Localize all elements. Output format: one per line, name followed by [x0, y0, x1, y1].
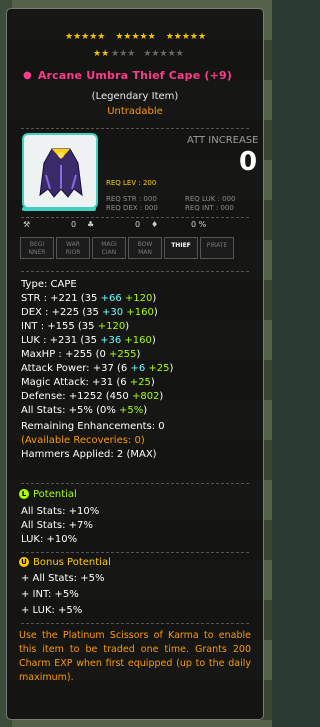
stat-attack-power: Attack Power: +37 (6 +6 +25) — [21, 363, 174, 374]
potential-line: All Stats: +7% — [21, 520, 93, 531]
indicator-a: 0 — [71, 220, 77, 229]
potential-line: LUK: +10% — [21, 534, 78, 545]
bonus-potential-line: + LUK: +5% — [21, 605, 83, 616]
stat-str: STR : +221 (35 +66 +120) — [21, 293, 157, 304]
hammers-applied: Hammers Applied: 2 (MAX) — [21, 449, 157, 460]
divider — [21, 217, 249, 218]
star-empty-icon: ★★★ — [111, 49, 136, 59]
stat-dex: DEX : +225 (35 +30 +160) — [21, 307, 158, 318]
remaining-enhancements: Remaining Enhancements: 0 — [21, 421, 165, 432]
indicator-b: 0 — [135, 220, 141, 229]
req-int: REQ INT : 000 — [185, 204, 234, 212]
divider — [21, 623, 249, 624]
star-empty-icon: ★★★★★ — [143, 49, 184, 59]
job-beginner: BEGI NNER — [20, 237, 54, 259]
req-str: REQ STR : 000 — [106, 195, 157, 203]
star-icon: ★★★★★ — [65, 32, 106, 42]
star-force-row-top: ★★★★★ ★★★★★ ★★★★★ — [65, 33, 206, 42]
indicator-c: 0 % — [191, 220, 207, 229]
att-increase-value: 0 — [239, 147, 258, 177]
stat-maxhp: MaxHP : +255 (0 +255) — [21, 349, 141, 360]
req-luk: REQ LUK : 000 — [185, 195, 236, 203]
karma-note: Use the Platinum Scissors of Karma to en… — [19, 630, 251, 683]
potion-icon: ♦ — [151, 220, 159, 229]
item-icon-frame — [22, 133, 98, 211]
stat-all-stats: All Stats: +5% (0% +5%) — [21, 405, 148, 416]
req-dex: REQ DEX : 000 — [106, 204, 158, 212]
job-thief: THIEF — [164, 237, 198, 259]
star-icon: ★★ — [93, 49, 110, 59]
stat-luk: LUK : +231 (35 +36 +160) — [21, 335, 156, 346]
item-grade: (Legendary Item) — [91, 91, 179, 102]
stat-type: Type: CAPE — [21, 279, 77, 290]
potential-header: L Potential — [19, 489, 77, 500]
job-magician: MAGI CIAN — [92, 237, 126, 259]
growth-icon: ♣ — [87, 220, 95, 229]
durability-icon: ⚒ — [23, 220, 31, 229]
divider — [21, 552, 249, 553]
star-icon: ★★★★★ — [165, 32, 207, 42]
divider — [21, 483, 249, 484]
divider — [21, 128, 249, 129]
unique-potential-icon: U — [19, 557, 29, 567]
stat-magic-attack: Magic Attack: +31 (6 +25) — [21, 377, 155, 388]
divider — [21, 271, 249, 272]
item-tradability: Untradable — [107, 106, 163, 117]
stat-int: INT : +155 (35 +120) — [21, 321, 130, 332]
job-bowman: BOW MAN — [128, 237, 162, 259]
bonus-potential-line: + INT: +5% — [21, 589, 79, 600]
item-icon-underline — [22, 207, 96, 211]
item-tooltip: ★★★★★ ★★★★★ ★★★★★ ★★ ★★★ ★★★★★ ● Arcane Um… — [6, 8, 264, 720]
att-increase-label: ATT INCREASE — [187, 135, 259, 146]
bonus-potential-line: + All Stats: +5% — [21, 573, 105, 584]
star-force-row-bottom: ★★ ★★★ ★★★★★ — [93, 50, 184, 59]
job-pirate: PIRATE — [200, 237, 234, 259]
cape-icon — [39, 148, 83, 198]
available-recoveries: (Available Recoveries: 0) — [21, 435, 145, 446]
star-icon: ★★★★★ — [115, 32, 156, 42]
item-title: Arcane Umbra Thief Cape (+9) — [37, 69, 233, 82]
req-level: REQ LEV : 200 — [106, 179, 157, 187]
job-warrior: WAR RIOR — [56, 237, 90, 259]
bonus-potential-header: U Bonus Potential — [19, 557, 111, 568]
stat-defense: Defense: +1252 (450 +802) — [21, 391, 164, 402]
job-requirement-row: BEGI NNER WAR RIOR MAGI CIAN BOW MAN THI… — [20, 237, 236, 259]
potential-line: All Stats: +10% — [21, 506, 100, 517]
legendary-potential-icon: L — [19, 489, 29, 499]
